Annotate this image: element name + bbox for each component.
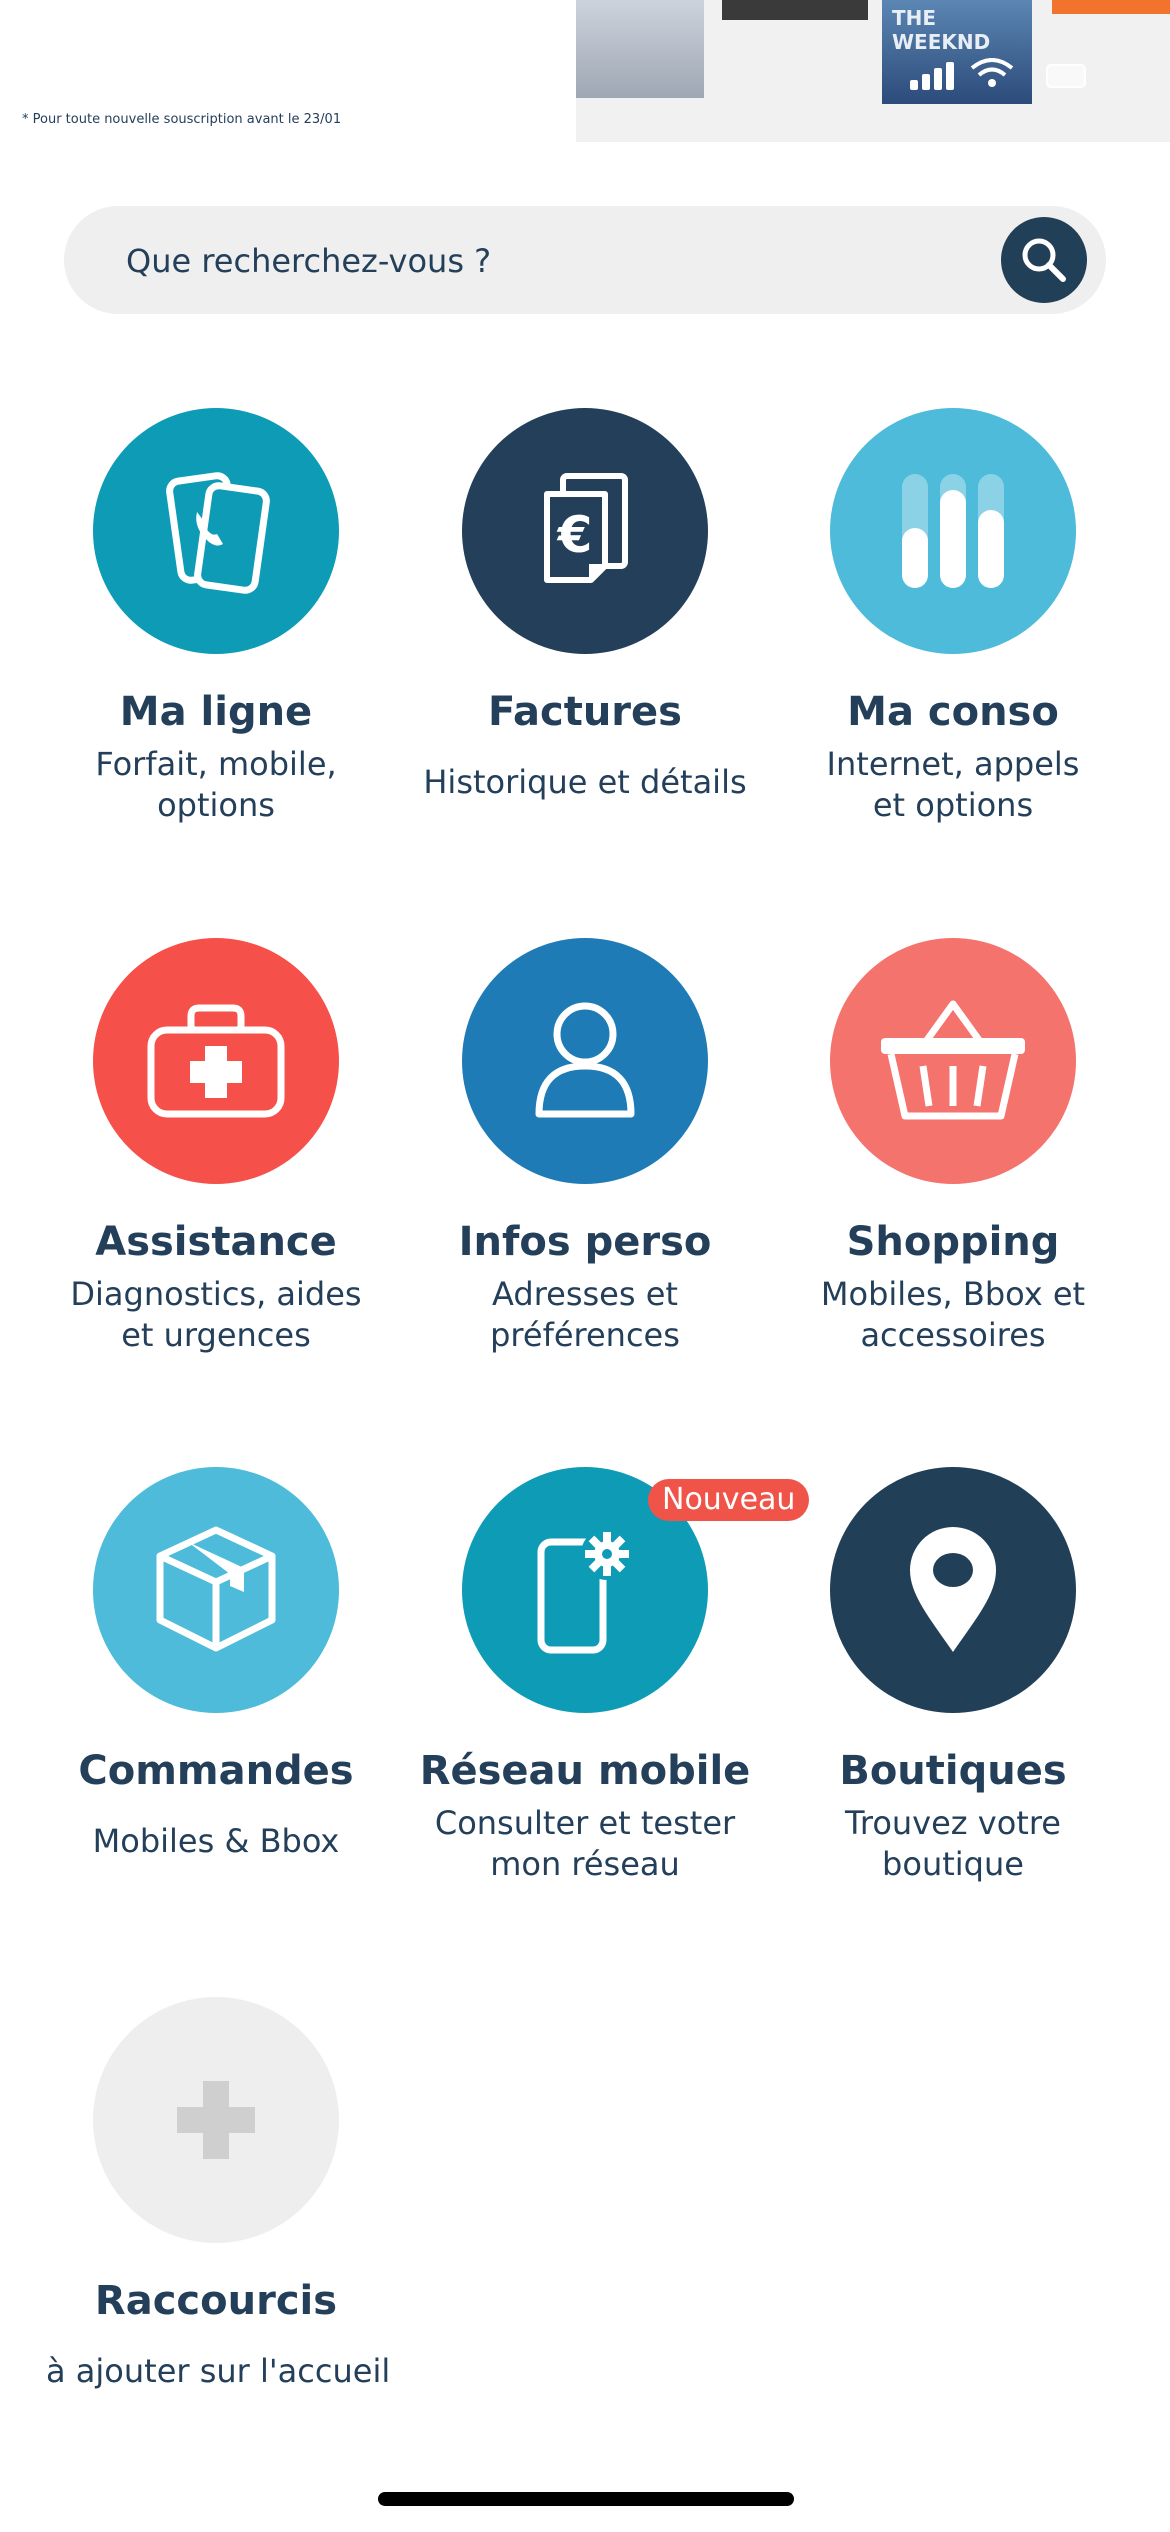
tile-circle: [93, 1467, 339, 1713]
tile-title: Shopping: [846, 1219, 1060, 1265]
status-bar-icons: [910, 58, 1090, 90]
phone-gear-icon: [537, 1528, 633, 1654]
tile-boutiques[interactable]: Boutiques Trouvez votre boutique: [783, 1467, 1123, 1885]
tile-title: Commandes: [78, 1748, 354, 1794]
signal-icon: [910, 80, 918, 90]
tile-title: Factures: [488, 689, 682, 735]
tile-raccourcis[interactable]: Raccourcis à ajouter sur l'accueil: [46, 1997, 391, 2392]
promo-banner[interactable]: THE WEEKND * Pour toute nouvelle souscri…: [0, 0, 1170, 145]
tile-subtitle: Historique et détails: [423, 763, 747, 801]
tile-shopping[interactable]: Shopping Mobiles, Bbox et accessoires: [783, 938, 1123, 1356]
tile-infos-perso[interactable]: Infos perso Adresses et préférences: [415, 938, 755, 1356]
signal-icon: [922, 74, 930, 90]
tile-subtitle: Consulter et tester mon réseau: [434, 1804, 736, 1883]
tile-subtitle: Forfait, mobile, options: [95, 745, 337, 824]
tile-circle: [830, 1467, 1076, 1713]
search-input[interactable]: [124, 206, 1008, 316]
tile-subtitle: à ajouter sur l'accueil: [46, 2352, 391, 2390]
tile-subtitle: Diagnostics, aides et urgences: [70, 1275, 362, 1354]
tile-circle: [462, 938, 708, 1184]
tile-title: Assistance: [95, 1219, 337, 1265]
tile-subtitle: Internet, appels et options: [826, 745, 1080, 824]
banner-footnote: * Pour toute nouvelle souscription avant…: [22, 112, 342, 127]
tile-title: Infos perso: [458, 1219, 712, 1265]
search-bar[interactable]: [64, 206, 1106, 316]
tile-ma-conso[interactable]: Ma conso Internet, appels et options: [783, 408, 1123, 826]
tile-subtitle: Mobiles, Bbox et accessoires: [820, 1275, 1086, 1354]
tile-commandes[interactable]: Commandes Mobiles & Bbox: [46, 1467, 386, 1862]
search-button[interactable]: [1001, 217, 1087, 303]
tile-subtitle: Trouvez votre boutique: [845, 1804, 1061, 1883]
banner-thumbnail: [722, 0, 868, 20]
tile-circle: Nouveau: [462, 1467, 810, 1713]
tile-circle: [830, 938, 1076, 1184]
package-box-icon: [156, 1526, 276, 1652]
magazine-title: THE WEEKND: [892, 6, 991, 54]
svg-text:€: €: [557, 506, 593, 564]
invoice-euro-icon: €: [544, 473, 628, 583]
tile-title: Raccourcis: [94, 2278, 338, 2324]
signal-icon: [934, 68, 942, 90]
tile-title: Boutiques: [839, 1748, 1067, 1794]
signal-icon: [946, 62, 954, 90]
tile-reseau-mobile[interactable]: Nouveau Réseau mobile Consulter et teste…: [415, 1467, 810, 1885]
banner-thumbnail: [1052, 0, 1170, 14]
tile-title: Réseau mobile: [419, 1748, 751, 1794]
tile-circle: [93, 938, 339, 1184]
usage-bars-icon: [902, 474, 1004, 588]
tile-title: Ma ligne: [119, 689, 313, 735]
tile-circle: [830, 408, 1076, 654]
wifi-icon: [970, 58, 1014, 87]
banner-thumbnail: [576, 0, 704, 98]
home-indicator[interactable]: [378, 2492, 794, 2506]
plus-icon: [177, 2081, 255, 2159]
user-icon: [535, 1002, 635, 1118]
tile-factures[interactable]: € Factures Historique et détails: [415, 408, 755, 803]
tile-circle: €: [462, 408, 708, 654]
tile-subtitle: Mobiles & Bbox: [92, 1822, 340, 1860]
tile-assistance[interactable]: Assistance Diagnostics, aides et urgence…: [46, 938, 386, 1356]
tile-circle: [93, 1997, 339, 2243]
location-pin-icon: [910, 1527, 996, 1652]
tile-title: Ma conso: [847, 689, 1059, 735]
first-aid-kit-icon: [147, 1004, 285, 1118]
tile-circle: [93, 408, 339, 654]
tile-ma-ligne[interactable]: Ma ligne Forfait, mobile, options: [46, 408, 386, 826]
tile-subtitle: Adresses et préférences: [490, 1275, 680, 1354]
search-icon: [1022, 238, 1066, 282]
phones-icon: [166, 472, 270, 594]
shopping-basket-icon: [881, 1000, 1025, 1120]
battery-icon: [1046, 64, 1086, 88]
